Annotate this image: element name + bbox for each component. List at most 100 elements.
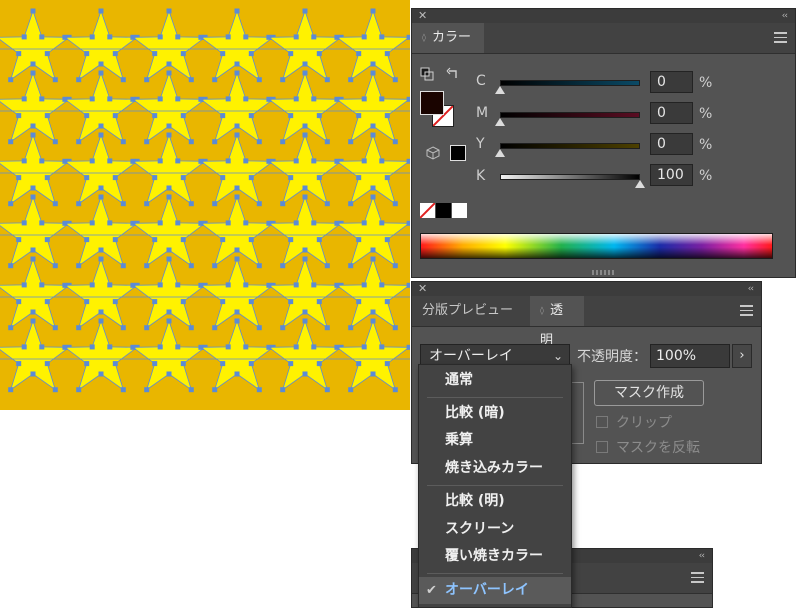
magenta-slider-thumb[interactable] <box>495 118 505 126</box>
anchor-point[interactable] <box>30 256 36 262</box>
anchor-point[interactable] <box>311 282 317 288</box>
close-icon[interactable]: ✕ <box>418 9 427 23</box>
anchor-point[interactable] <box>120 263 126 269</box>
anchor-point[interactable] <box>175 34 181 40</box>
fill-swatch[interactable] <box>420 91 444 115</box>
anchor-point[interactable] <box>39 34 45 40</box>
anchor-point[interactable] <box>406 220 410 226</box>
star-shape[interactable] <box>0 9 71 81</box>
anchor-point[interactable] <box>21 344 27 350</box>
anchor-point[interactable] <box>107 344 113 350</box>
anchor-point[interactable] <box>392 201 398 207</box>
anchor-point[interactable] <box>39 158 45 164</box>
anchor-point[interactable] <box>356 113 362 119</box>
anchor-point[interactable] <box>334 282 340 288</box>
anchor-point[interactable] <box>234 318 240 324</box>
anchor-point[interactable] <box>166 123 172 129</box>
star-shape[interactable] <box>199 133 275 205</box>
anchor-point[interactable] <box>89 34 95 40</box>
anchor-point[interactable] <box>316 113 322 119</box>
white-swatch[interactable] <box>452 203 467 218</box>
star-shape[interactable] <box>131 257 207 329</box>
anchor-point[interactable] <box>370 194 376 200</box>
anchor-point[interactable] <box>130 220 136 226</box>
anchor-point[interactable] <box>356 299 362 305</box>
anchor-point[interactable] <box>220 361 226 367</box>
anchor-point[interactable] <box>225 34 231 40</box>
anchor-point[interactable] <box>324 77 330 83</box>
anchor-point[interactable] <box>180 175 186 181</box>
anchor-point[interactable] <box>112 361 118 367</box>
anchor-point[interactable] <box>316 237 322 243</box>
anchor-point[interactable] <box>120 325 126 331</box>
anchor-point[interactable] <box>256 387 262 393</box>
anchor-point[interactable] <box>98 194 104 200</box>
tab-color[interactable]: ◊ カラー <box>412 23 484 53</box>
anchor-point[interactable] <box>84 237 90 243</box>
star-shape[interactable] <box>131 319 207 391</box>
anchor-point[interactable] <box>166 61 172 67</box>
star-shape[interactable] <box>335 133 410 205</box>
anchor-point[interactable] <box>392 325 398 331</box>
anchor-point[interactable] <box>311 158 317 164</box>
collapse-icon[interactable]: ‹‹ <box>699 549 705 563</box>
anchor-point[interactable] <box>8 325 14 331</box>
anchor-point[interactable] <box>84 113 90 119</box>
anchor-point[interactable] <box>370 185 376 191</box>
collapse-icon[interactable]: ‹‹ <box>748 282 754 296</box>
anchor-point[interactable] <box>266 220 272 226</box>
anchor-point[interactable] <box>256 77 262 83</box>
star-shape[interactable] <box>267 257 343 329</box>
star-shape[interactable] <box>0 319 71 391</box>
anchor-point[interactable] <box>280 139 286 145</box>
star-shape[interactable] <box>335 71 410 143</box>
anchor-point[interactable] <box>348 325 354 331</box>
anchor-point[interactable] <box>62 96 68 102</box>
anchor-point[interactable] <box>370 371 376 377</box>
anchor-point[interactable] <box>120 387 126 393</box>
anchor-point[interactable] <box>248 51 254 57</box>
anchor-point[interactable] <box>98 123 104 129</box>
invert-mask-checkbox[interactable] <box>596 441 608 453</box>
anchor-point[interactable] <box>348 387 354 393</box>
anchor-point[interactable] <box>180 361 186 367</box>
star-shape[interactable] <box>335 9 410 81</box>
anchor-point[interactable] <box>248 113 254 119</box>
anchor-point[interactable] <box>280 325 286 331</box>
anchor-point[interactable] <box>198 158 204 164</box>
anchor-point[interactable] <box>144 139 150 145</box>
cyan-slider-thumb[interactable] <box>495 86 505 94</box>
star-shape[interactable] <box>335 257 410 329</box>
anchor-point[interactable] <box>379 158 385 164</box>
anchor-point[interactable] <box>21 158 27 164</box>
anchor-point[interactable] <box>225 96 231 102</box>
star-shape[interactable] <box>0 71 71 143</box>
anchor-point[interactable] <box>98 247 104 253</box>
anchor-point[interactable] <box>76 201 82 207</box>
anchor-point[interactable] <box>280 263 286 269</box>
color-spectrum[interactable] <box>420 233 773 259</box>
anchor-point[interactable] <box>234 256 240 262</box>
anchor-point[interactable] <box>302 185 308 191</box>
anchor-point[interactable] <box>311 96 317 102</box>
anchor-point[interactable] <box>334 220 340 226</box>
anchor-point[interactable] <box>348 201 354 207</box>
anchor-point[interactable] <box>243 96 249 102</box>
anchor-point[interactable] <box>225 158 231 164</box>
anchor-point[interactable] <box>302 194 308 200</box>
anchor-point[interactable] <box>288 237 294 243</box>
anchor-point[interactable] <box>8 77 14 83</box>
anchor-point[interactable] <box>166 70 172 76</box>
anchor-point[interactable] <box>44 113 50 119</box>
anchor-point[interactable] <box>30 132 36 138</box>
anchor-point[interactable] <box>84 299 90 305</box>
anchor-point[interactable] <box>406 282 410 288</box>
anchor-point[interactable] <box>316 361 322 367</box>
anchor-point[interactable] <box>157 96 163 102</box>
anchor-point[interactable] <box>52 139 58 145</box>
anchor-point[interactable] <box>293 158 299 164</box>
anchor-point[interactable] <box>21 282 27 288</box>
anchor-point[interactable] <box>311 34 317 40</box>
anchor-point[interactable] <box>52 387 58 393</box>
anchor-point[interactable] <box>256 201 262 207</box>
